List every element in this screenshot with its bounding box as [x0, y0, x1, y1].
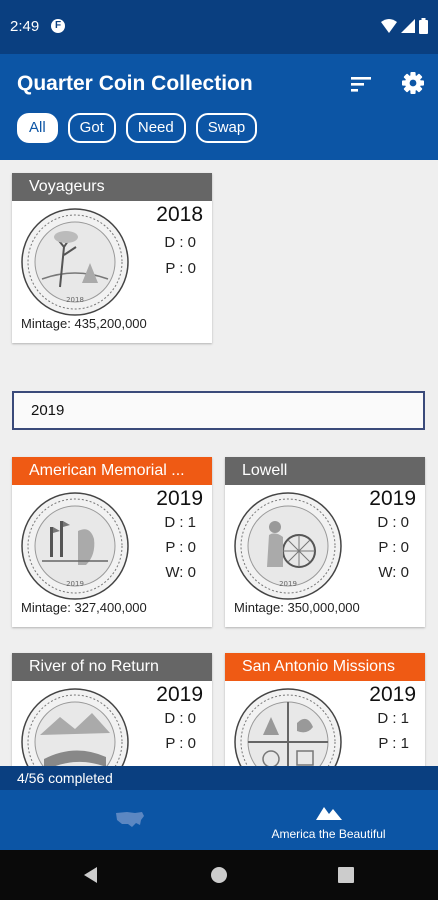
completion-status: 4/56 completed	[0, 766, 438, 790]
mint-count-d: D : 1	[377, 710, 409, 727]
coin-san-antonio-missions-image	[234, 688, 342, 766]
coin-voyageurs-image: 2018	[21, 208, 129, 316]
svg-text:2019: 2019	[66, 580, 84, 588]
mint-count-p: P : 1	[378, 735, 409, 752]
wifi-icon	[381, 19, 397, 33]
gear-icon	[402, 72, 424, 94]
coin-lowell-image: 2019	[234, 492, 342, 600]
nav-item-states[interactable]	[0, 790, 219, 850]
mountains-icon	[316, 807, 342, 820]
usa-map-icon	[116, 812, 144, 827]
coin-card-title: San Antonio Missions	[225, 653, 425, 681]
status-bar: 2:49 F	[0, 0, 438, 54]
status-time: 2:49	[10, 18, 40, 35]
app-bar: Quarter Coin Collection All Got Need Swa…	[0, 54, 438, 160]
coin-card-title: American Memorial ...	[12, 457, 212, 485]
settings-button[interactable]	[399, 69, 427, 97]
home-icon[interactable]	[210, 866, 228, 884]
coin-card-american-memorial[interactable]: American Memorial ... 2019 2019 D : 1 P …	[12, 457, 212, 627]
mint-count-p: P : 0	[378, 539, 409, 556]
mint-count-p: P : 0	[165, 539, 196, 556]
bottom-nav: America the Beautiful	[0, 790, 438, 850]
mint-count-d: D : 1	[164, 514, 196, 531]
year-field[interactable]: 2019	[12, 391, 425, 430]
mint-count-d: D : 0	[377, 514, 409, 531]
nav-item-america-the-beautiful[interactable]: America the Beautiful	[219, 790, 438, 850]
filter-chip-all[interactable]: All	[17, 113, 58, 143]
coin-mintage: Mintage: 327,400,000	[21, 600, 147, 615]
sort-icon	[351, 77, 371, 92]
nav-item-label: America the Beautiful	[271, 827, 386, 841]
coin-year: 2019	[369, 487, 416, 510]
mint-count-w: W: 0	[378, 564, 409, 581]
filter-chips: All Got Need Swap	[17, 113, 258, 143]
mint-count-w: W: 0	[165, 564, 196, 581]
coin-card-title: Lowell	[225, 457, 425, 485]
app-title: Quarter Coin Collection	[17, 72, 253, 95]
filter-chip-need[interactable]: Need	[125, 113, 186, 143]
mint-count-d: D : 0	[164, 234, 196, 251]
coin-card-san-antonio-missions[interactable]: San Antonio Missions 2019 D : 1 P : 1	[225, 653, 425, 766]
notification-icon: F	[51, 19, 65, 33]
coin-mintage: Mintage: 350,000,000	[234, 600, 360, 615]
coin-year: 2019	[156, 683, 203, 706]
mint-count-d: D : 0	[164, 710, 196, 727]
coin-year: 2019	[369, 683, 416, 706]
svg-text:2018: 2018	[66, 296, 84, 304]
coin-card-lowell[interactable]: Lowell 2019 2019 D : 0 P : 0 W: 0 Mintag…	[225, 457, 425, 627]
coin-list[interactable]: Voyageurs 2018 2018 D : 0 P : 0 Mintage:…	[0, 160, 438, 766]
filter-chip-got[interactable]: Got	[67, 113, 116, 143]
battery-icon	[419, 18, 428, 34]
coin-river-of-no-return-image	[21, 688, 129, 766]
recents-icon[interactable]	[338, 867, 354, 883]
system-navigation-bar	[0, 850, 438, 900]
coin-card-voyageurs[interactable]: Voyageurs 2018 2018 D : 0 P : 0 Mintage:…	[12, 173, 212, 343]
signal-icon	[401, 19, 415, 33]
coin-card-river-of-no-return[interactable]: River of no Return 2019 D : 0 P : 0	[12, 653, 212, 766]
coin-year: 2018	[156, 203, 203, 226]
coin-card-title: River of no Return	[12, 653, 212, 681]
svg-text:2019: 2019	[279, 580, 297, 588]
system-icons	[381, 17, 428, 35]
coin-year: 2019	[156, 487, 203, 510]
mint-count-p: P : 0	[165, 735, 196, 752]
coin-mintage: Mintage: 435,200,000	[21, 316, 147, 331]
mint-count-p: P : 0	[165, 260, 196, 277]
sort-button[interactable]	[348, 72, 374, 96]
coin-american-memorial-image: 2019	[21, 492, 129, 600]
back-icon[interactable]	[82, 866, 100, 884]
filter-chip-swap[interactable]: Swap	[195, 113, 258, 143]
coin-card-title: Voyageurs	[12, 173, 212, 201]
